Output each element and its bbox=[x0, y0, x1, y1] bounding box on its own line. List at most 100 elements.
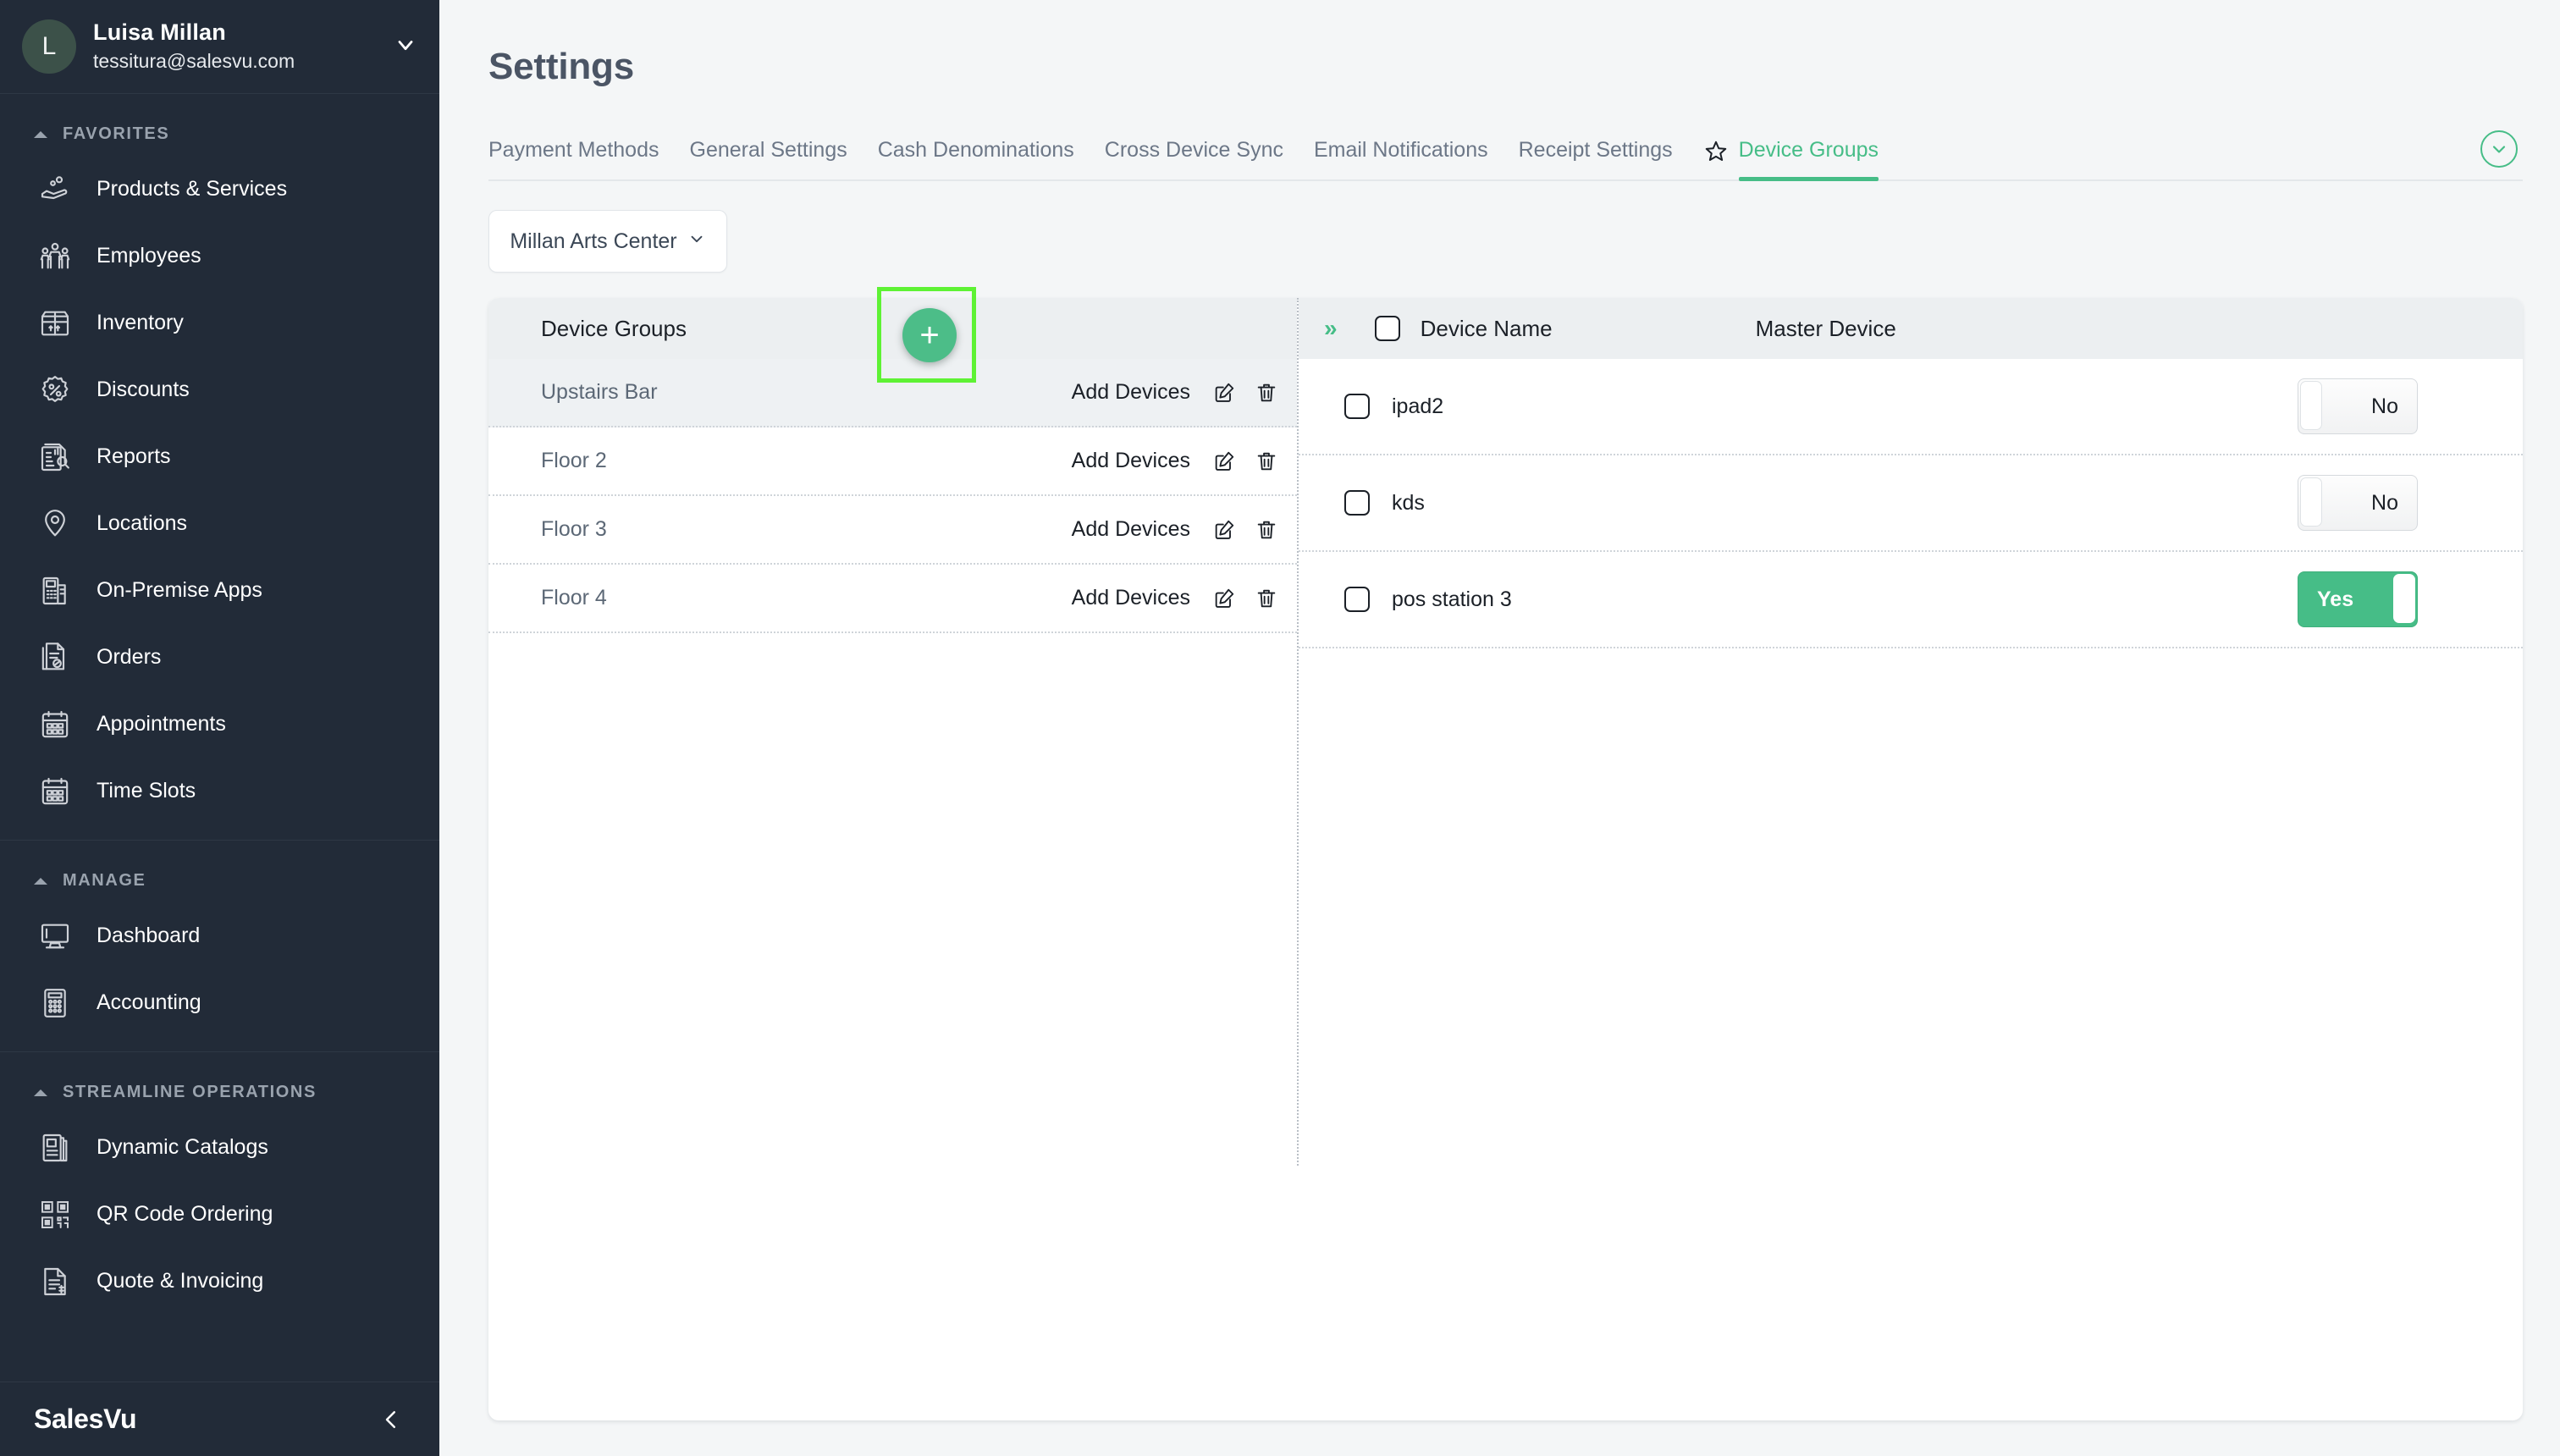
master-device-toggle[interactable]: No bbox=[2298, 475, 2418, 531]
tab-receipt-settings[interactable]: Receipt Settings bbox=[1519, 138, 1673, 179]
on-premise-apps-icon bbox=[36, 571, 74, 610]
device-group-name: Floor 3 bbox=[541, 517, 607, 541]
sidebar-group-label: STREAMLINE OPERATIONS bbox=[63, 1083, 317, 1101]
app-root: L Luisa Millan tessitura@salesvu.com FAV… bbox=[0, 0, 2560, 1456]
device-group-name: Floor 2 bbox=[541, 449, 607, 472]
sidebar-item-locations[interactable]: Locations bbox=[0, 490, 439, 557]
quote-invoicing-icon bbox=[36, 1262, 74, 1301]
device-group-name: Upstairs Bar bbox=[541, 380, 658, 404]
device-groups-pane: Device Groups Upstairs Bar Add Devices F… bbox=[488, 298, 1297, 1420]
sidebar-item-discounts[interactable]: Discounts bbox=[0, 356, 439, 423]
tab-email-notifications[interactable]: Email Notifications bbox=[1314, 138, 1488, 179]
toggle-knob bbox=[2300, 477, 2322, 527]
edit-icon[interactable] bbox=[1212, 518, 1236, 542]
tab-cash-denominations[interactable]: Cash Denominations bbox=[878, 138, 1074, 179]
employees-icon bbox=[36, 237, 74, 276]
sidebar-item-label: Dynamic Catalogs bbox=[97, 1135, 268, 1159]
delete-icon[interactable] bbox=[1255, 381, 1278, 405]
column-header-device-name: Device Name bbox=[1420, 315, 1553, 341]
sidebar-user-header[interactable]: L Luisa Millan tessitura@salesvu.com bbox=[0, 0, 439, 94]
add-devices-button[interactable]: Add Devices bbox=[1072, 586, 1190, 610]
table-row[interactable]: kds No bbox=[1299, 455, 2523, 552]
sidebar-item-accounting[interactable]: Accounting bbox=[0, 969, 439, 1036]
inventory-icon bbox=[36, 304, 74, 343]
sidebar-item-orders[interactable]: Orders bbox=[0, 624, 439, 691]
add-device-group-button[interactable]: + bbox=[902, 308, 957, 362]
device-groups-card: Device Groups Upstairs Bar Add Devices F… bbox=[488, 298, 2523, 1420]
table-row[interactable]: Floor 2 Add Devices bbox=[488, 427, 1297, 496]
sidebar-item-qr-code-ordering[interactable]: QR Code Ordering bbox=[0, 1181, 439, 1248]
orders-icon bbox=[36, 638, 74, 677]
sidebar: L Luisa Millan tessitura@salesvu.com FAV… bbox=[0, 0, 439, 1456]
tab-device-groups[interactable]: Device Groups bbox=[1738, 138, 1879, 181]
add-devices-button[interactable]: Add Devices bbox=[1072, 380, 1190, 405]
sidebar-item-time-slots[interactable]: Time Slots bbox=[0, 758, 439, 825]
edit-icon[interactable] bbox=[1212, 449, 1236, 473]
tab-general-settings[interactable]: General Settings bbox=[690, 138, 847, 179]
sidebar-item-employees[interactable]: Employees bbox=[0, 223, 439, 290]
row-checkbox[interactable] bbox=[1344, 394, 1370, 419]
sidebar-item-label: Orders bbox=[97, 645, 162, 669]
sidebar-item-on-premise-apps[interactable]: On-Premise Apps bbox=[0, 557, 439, 624]
sidebar-group-label: MANAGE bbox=[63, 871, 146, 890]
toggle-label: No bbox=[2371, 490, 2398, 515]
row-checkbox[interactable] bbox=[1344, 587, 1370, 612]
sidebar-footer: SalesVu bbox=[0, 1382, 439, 1456]
table-row[interactable]: pos station 3 Yes bbox=[1299, 552, 2523, 648]
sidebar-item-appointments[interactable]: Appointments bbox=[0, 691, 439, 758]
chevron-down-circle-icon[interactable] bbox=[2480, 130, 2518, 168]
delete-icon[interactable] bbox=[1255, 587, 1278, 610]
delete-icon[interactable] bbox=[1255, 449, 1278, 473]
toggle-label: No bbox=[2371, 394, 2398, 418]
devices-pane-header: » Device Name Master Device bbox=[1299, 298, 2523, 359]
table-row[interactable]: Floor 4 Add Devices bbox=[488, 565, 1297, 633]
reports-icon bbox=[36, 438, 74, 477]
qr-code-ordering-icon bbox=[36, 1195, 74, 1234]
sidebar-item-inventory[interactable]: Inventory bbox=[0, 290, 439, 356]
toggle-knob bbox=[2393, 574, 2415, 623]
table-row[interactable]: ipad2 No bbox=[1299, 359, 2523, 455]
sidebar-item-label: Dashboard bbox=[97, 924, 201, 947]
sidebar-item-quote-invoicing[interactable]: Quote & Invoicing bbox=[0, 1248, 439, 1315]
user-email: tessitura@salesvu.com bbox=[93, 50, 295, 73]
device-group-name: Floor 4 bbox=[541, 586, 607, 609]
add-devices-button[interactable]: Add Devices bbox=[1072, 517, 1190, 542]
caret-up-icon bbox=[34, 1089, 47, 1096]
master-device-toggle[interactable]: Yes bbox=[2298, 571, 2418, 627]
caret-up-icon bbox=[34, 130, 47, 138]
select-all-checkbox[interactable] bbox=[1374, 316, 1400, 341]
edit-icon[interactable] bbox=[1212, 587, 1236, 610]
sidebar-item-dynamic-catalogs[interactable]: Dynamic Catalogs bbox=[0, 1114, 439, 1181]
chevron-left-icon[interactable] bbox=[378, 1407, 404, 1432]
delete-icon[interactable] bbox=[1255, 518, 1278, 542]
products-services-icon bbox=[36, 170, 74, 209]
sidebar-item-label: Products & Services bbox=[97, 177, 288, 201]
sidebar-group-label: FAVORITES bbox=[63, 124, 170, 143]
table-row[interactable]: Floor 3 Add Devices bbox=[488, 496, 1297, 565]
add-devices-button[interactable]: Add Devices bbox=[1072, 449, 1190, 473]
sidebar-item-products-services[interactable]: Products & Services bbox=[0, 156, 439, 223]
accounting-icon bbox=[36, 984, 74, 1023]
sidebar-item-label: Time Slots bbox=[97, 779, 196, 802]
tab-cross-device-sync[interactable]: Cross Device Sync bbox=[1105, 138, 1283, 179]
chevron-down-icon[interactable] bbox=[394, 33, 417, 61]
devices-pane: » Device Name Master Device ipad2 No kds bbox=[1299, 298, 2523, 1420]
location-select-value: Millan Arts Center bbox=[510, 229, 677, 253]
brand-logo: SalesVu bbox=[34, 1404, 137, 1434]
master-device-toggle[interactable]: No bbox=[2298, 378, 2418, 434]
sidebar-item-dashboard[interactable]: Dashboard bbox=[0, 902, 439, 969]
location-select[interactable]: Millan Arts Center bbox=[488, 210, 727, 273]
sidebar-item-reports[interactable]: Reports bbox=[0, 423, 439, 490]
sidebar-group-streamline-operations[interactable]: STREAMLINE OPERATIONS bbox=[0, 1052, 439, 1114]
star-outline-icon[interactable] bbox=[1703, 139, 1729, 179]
sidebar-nav: FAVORITES Products & Services Employees … bbox=[0, 94, 439, 1382]
double-chevron-right-icon[interactable]: » bbox=[1324, 315, 1337, 342]
sidebar-item-label: Employees bbox=[97, 244, 201, 267]
tab-payment-methods[interactable]: Payment Methods bbox=[488, 138, 659, 179]
sidebar-group-manage[interactable]: MANAGE bbox=[0, 841, 439, 902]
edit-icon[interactable] bbox=[1212, 381, 1236, 405]
column-header-master-device: Master Device bbox=[1755, 315, 1896, 341]
avatar: L bbox=[22, 19, 76, 74]
row-checkbox[interactable] bbox=[1344, 490, 1370, 516]
sidebar-group-favorites[interactable]: FAVORITES bbox=[0, 94, 439, 156]
